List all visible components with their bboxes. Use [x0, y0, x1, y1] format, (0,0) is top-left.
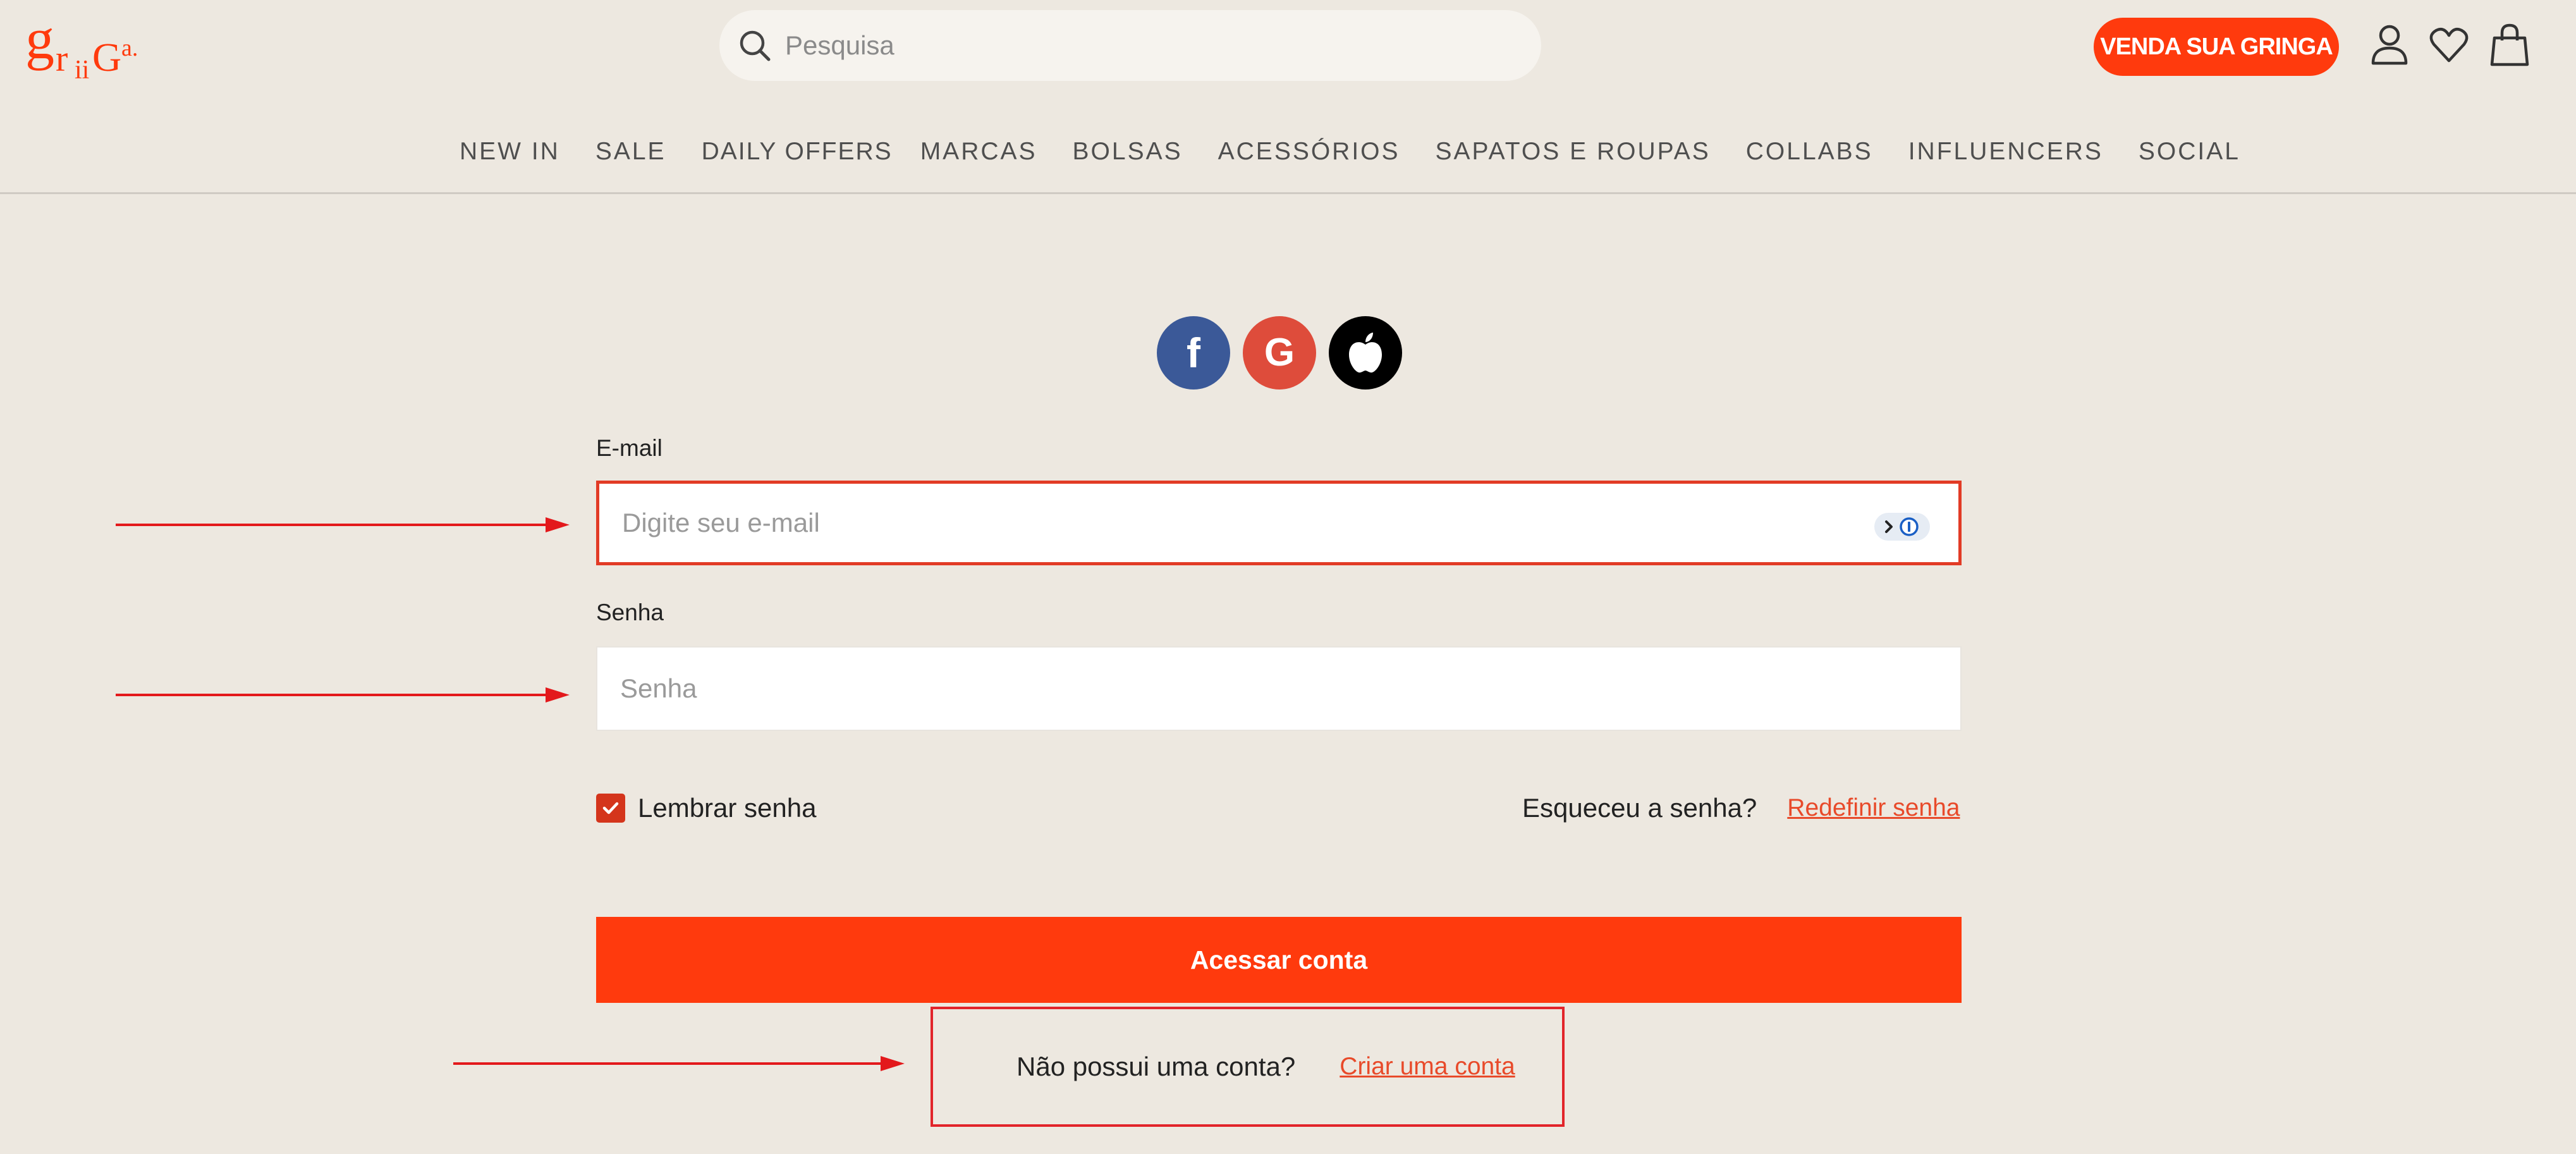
sell-your-gringa-button[interactable]: VENDA SUA GRINGA	[2094, 18, 2339, 76]
nav-item-marcas[interactable]: MARCAS	[920, 138, 1037, 166]
bag-icon[interactable]	[2489, 23, 2530, 67]
nav-item-acessorios[interactable]: ACESSÓRIOS	[1218, 138, 1400, 166]
password-label: Senha	[596, 599, 664, 625]
google-icon: G	[1264, 331, 1295, 374]
reset-password-link[interactable]: Redefinir senha	[1787, 794, 1960, 822]
remember-password[interactable]: Lembrar senha	[596, 793, 817, 823]
nav-item-new-in[interactable]: NEW IN	[460, 138, 560, 166]
create-account-link[interactable]: Criar uma conta	[1340, 1053, 1515, 1081]
apple-login-button[interactable]	[1329, 316, 1402, 390]
check-icon	[602, 802, 619, 814]
email-label: E-mail	[596, 435, 662, 461]
svg-text:ii: ii	[75, 56, 89, 83]
nav-item-daily-offers[interactable]: DAILY OFFERS	[702, 138, 893, 166]
nav-item-sapatos-e-roupas[interactable]: SAPATOS E ROUPAS	[1436, 138, 1711, 166]
search-icon	[740, 30, 771, 61]
nav-item-bolsas[interactable]: BOLSAS	[1073, 138, 1183, 166]
email-placeholder: Digite seu e-mail	[622, 508, 820, 537]
apple-icon	[1349, 333, 1382, 373]
search-bar[interactable]: Pesquisa	[719, 10, 1541, 81]
heart-icon[interactable]	[2429, 23, 2469, 67]
forgot-password: Esqueceu a senha? Redefinir senha	[1522, 793, 1960, 823]
search-placeholder: Pesquisa	[785, 30, 894, 60]
annotation-arrow-create-account	[453, 1056, 905, 1071]
brand-logo[interactable]: g r ii G a.	[25, 6, 171, 85]
login-button[interactable]: Acessar conta	[596, 917, 1962, 1003]
svg-text:a.: a.	[121, 35, 138, 61]
google-login-button[interactable]: G	[1243, 316, 1316, 390]
nav-item-collabs[interactable]: COLLABS	[1746, 138, 1873, 166]
annotation-arrow-email	[116, 517, 570, 532]
facebook-icon: f	[1187, 329, 1200, 376]
main-nav: NEW IN SALE DAILY OFFERS MARCAS BOLSAS A…	[460, 133, 2240, 171]
remember-checkbox[interactable]	[596, 794, 625, 823]
user-icon[interactable]	[2369, 23, 2410, 67]
header-divider	[0, 192, 2576, 194]
remember-label: Lembrar senha	[638, 793, 817, 823]
create-account-box: Não possui uma conta? Criar uma conta	[931, 1007, 1565, 1127]
nav-item-social[interactable]: SOCIAL	[2139, 138, 2240, 166]
svg-text:G: G	[92, 35, 121, 80]
email-field[interactable]: Digite seu e-mail	[596, 481, 1962, 565]
password-placeholder: Senha	[620, 673, 697, 703]
facebook-login-button[interactable]: f	[1157, 316, 1230, 390]
svg-text:g: g	[25, 8, 54, 71]
no-account-text: Não possui uma conta?	[1016, 1052, 1296, 1081]
password-field[interactable]: Senha	[596, 646, 1962, 731]
annotation-arrow-password	[116, 687, 570, 703]
svg-text:r: r	[56, 38, 68, 79]
nav-item-influencers[interactable]: INFLUENCERS	[1908, 138, 2103, 166]
password-manager-icon[interactable]	[1874, 513, 1930, 541]
forgot-text: Esqueceu a senha?	[1522, 793, 1757, 823]
nav-item-sale[interactable]: SALE	[595, 138, 666, 166]
